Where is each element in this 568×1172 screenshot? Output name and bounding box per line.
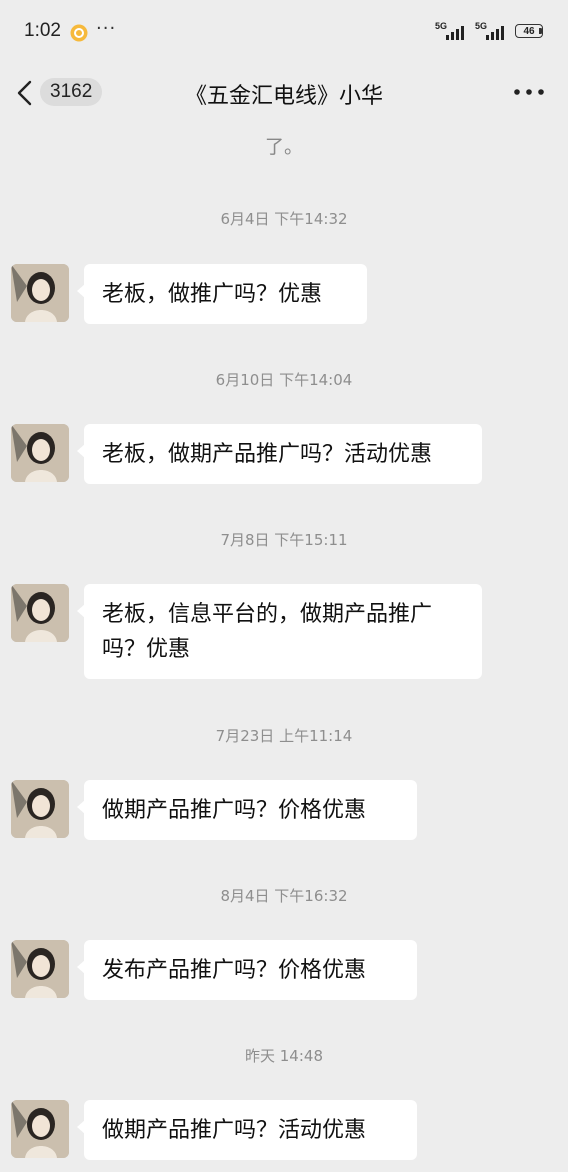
- avatar[interactable]: [11, 264, 69, 322]
- signal-icon: 5G: [475, 21, 509, 40]
- notification-app-icon: [70, 24, 88, 42]
- message-bubble[interactable]: 老板，做期产品推广吗？活动优惠: [77, 424, 482, 484]
- timestamp: 6月10日 下午14:04: [215, 371, 353, 389]
- timestamp: 7月23日 上午11:14: [215, 727, 353, 745]
- signal-icon: 5G: [435, 21, 469, 40]
- chevron-left-icon[interactable]: [14, 78, 38, 108]
- status-time: 1:02: [24, 20, 61, 41]
- timestamp: 6月4日 下午14:32: [220, 210, 348, 228]
- status-indicators: 5G 5G 46: [435, 21, 543, 40]
- message-bubble[interactable]: 做期产品推广吗？活动优惠: [77, 1100, 417, 1160]
- status-more-indicator: ···: [96, 18, 117, 39]
- chat-header: 3162 《五金汇电线》小华: [0, 64, 568, 122]
- message-bubble[interactable]: 做期产品推广吗？价格优惠: [77, 780, 417, 840]
- clipped-message-text: 了。: [264, 136, 303, 158]
- more-horizontal-icon[interactable]: [512, 80, 546, 104]
- timestamp: 昨天 14:48: [245, 1047, 323, 1065]
- timestamp: 7月8日 下午15:11: [220, 531, 348, 549]
- avatar[interactable]: [11, 780, 69, 838]
- unread-count-badge[interactable]: 3162: [40, 78, 103, 106]
- battery-level: 46: [515, 24, 543, 38]
- message-bubble[interactable]: 老板，信息平台的，做期产品推广 吗？优惠: [77, 584, 482, 679]
- status-bar: 1:02 ··· 5G 5G 46: [0, 0, 568, 64]
- message-bubble[interactable]: 老板，做推广吗？优惠: [77, 264, 367, 324]
- battery-icon: 46: [515, 24, 543, 38]
- avatar[interactable]: [11, 1100, 69, 1158]
- avatar[interactable]: [11, 424, 69, 482]
- message-bubble[interactable]: 发布产品推广吗？价格优惠: [77, 940, 417, 1000]
- avatar[interactable]: [11, 584, 69, 642]
- timestamp: 8月4日 下午16:32: [220, 887, 348, 905]
- avatar[interactable]: [11, 940, 69, 998]
